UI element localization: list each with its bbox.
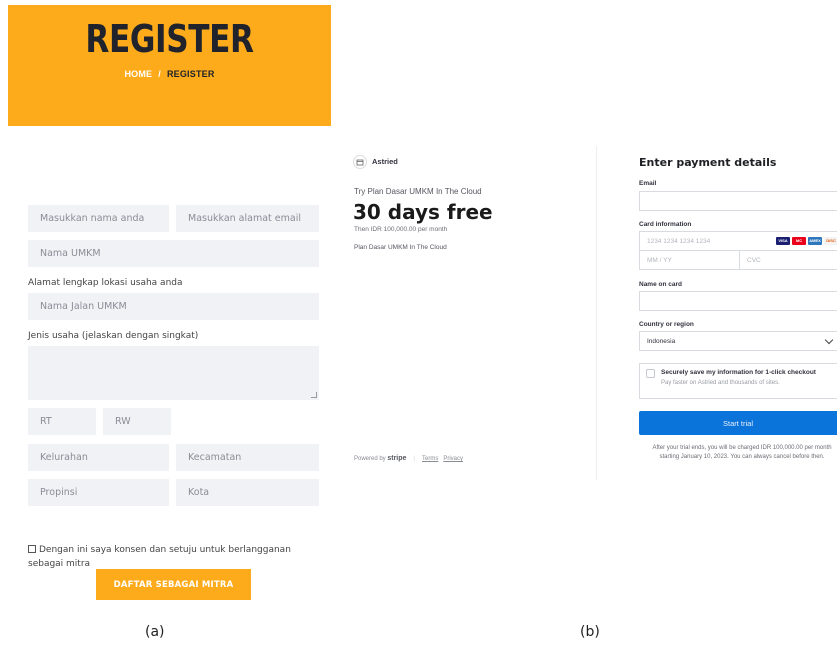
country-label: Country or region — [639, 321, 694, 328]
trial-note: After your trial ends, you will be charg… — [652, 445, 832, 460]
plan-headline: 30 days free — [353, 200, 493, 224]
breadcrumb-current: REGISTER — [166, 69, 215, 79]
register-submit-button[interactable]: DAFTAR SEBAGAI MITRA — [96, 569, 251, 600]
plan-then-text: Then IDR 100,000.00 per month — [354, 226, 448, 233]
cvc-input[interactable]: CVC — [739, 250, 837, 270]
discover-icon: DISC — [824, 237, 837, 245]
powered-by-footer: Powered by stripe | Terms Privacy — [354, 455, 468, 462]
umkm-name-input[interactable]: Nama UMKM — [28, 240, 319, 267]
name-on-card-label: Name on card — [639, 281, 682, 288]
caption-a: (a) — [145, 624, 165, 640]
kota-input[interactable]: Kota — [176, 479, 319, 506]
visa-icon: VISA — [776, 237, 790, 245]
card-brand-logos: VISA MC AMEX DISC — [776, 237, 837, 245]
card-info-label: Card information — [639, 221, 692, 228]
street-input[interactable]: Nama Jalan UMKM — [28, 293, 319, 320]
merchant-name: Astried — [372, 157, 398, 166]
kecamatan-input[interactable]: Kecamatan — [176, 444, 319, 471]
store-icon — [356, 159, 364, 166]
business-type-textarea[interactable] — [28, 346, 319, 400]
kelurahan-input[interactable]: Kelurahan — [28, 444, 169, 471]
mastercard-icon: MC — [792, 237, 806, 245]
powered-by-text: Powered by — [354, 456, 386, 462]
breadcrumb-separator: / — [158, 69, 161, 79]
order-summary-panel — [341, 146, 597, 480]
consent-text: Dengan ini saya konsen dan setuju untuk … — [28, 545, 291, 569]
consent-checkbox[interactable] — [28, 545, 36, 553]
plan-line-item: Plan Dasar UMKM In The Cloud — [354, 244, 447, 251]
breadcrumb: HOME / REGISTER — [8, 69, 331, 79]
payment-title: Enter payment details — [639, 156, 777, 169]
name-on-card-input[interactable] — [639, 291, 837, 311]
rt-input[interactable]: RT — [28, 408, 96, 435]
email-label: Email — [639, 180, 657, 187]
propinsi-input[interactable]: Propinsi — [28, 479, 169, 506]
email-input[interactable]: Masukkan alamat email — [176, 205, 319, 232]
rw-input[interactable]: RW — [103, 408, 171, 435]
save-info-subtitle: Pay faster on Astried and thousands of s… — [661, 380, 780, 386]
address-label: Alamat lengkap lokasi usaha anda — [28, 278, 183, 288]
save-info-checkbox[interactable] — [646, 369, 655, 378]
terms-link[interactable]: Terms — [422, 456, 438, 462]
expiry-input[interactable]: MM / YY — [639, 250, 740, 270]
country-select[interactable]: Indonesia — [639, 331, 837, 351]
stripe-email-input[interactable] — [639, 191, 837, 211]
merchant-logo — [353, 155, 367, 169]
stripe-logo: stripe — [387, 455, 407, 462]
amex-icon: AMEX — [808, 237, 822, 245]
save-info-title: Securely save my information for 1-click… — [661, 369, 816, 376]
page-title: REGISTER — [85, 17, 254, 61]
breadcrumb-home-link[interactable]: HOME — [124, 69, 152, 79]
name-input[interactable]: Masukkan nama anda — [28, 205, 169, 232]
resize-handle-icon[interactable] — [311, 392, 317, 398]
footer-divider: | — [413, 456, 415, 462]
start-trial-button[interactable]: Start trial — [639, 411, 837, 435]
privacy-link[interactable]: Privacy — [443, 456, 463, 462]
register-hero: REGISTER HOME / REGISTER — [8, 5, 331, 126]
plan-try-text: Try Plan Dasar UMKM In The Cloud — [354, 187, 482, 196]
caption-b: (b) — [580, 624, 600, 640]
consent-row: Dengan ini saya konsen dan setuju untuk … — [28, 543, 318, 571]
business-type-label: Jenis usaha (jelaskan dengan singkat) — [28, 331, 199, 341]
